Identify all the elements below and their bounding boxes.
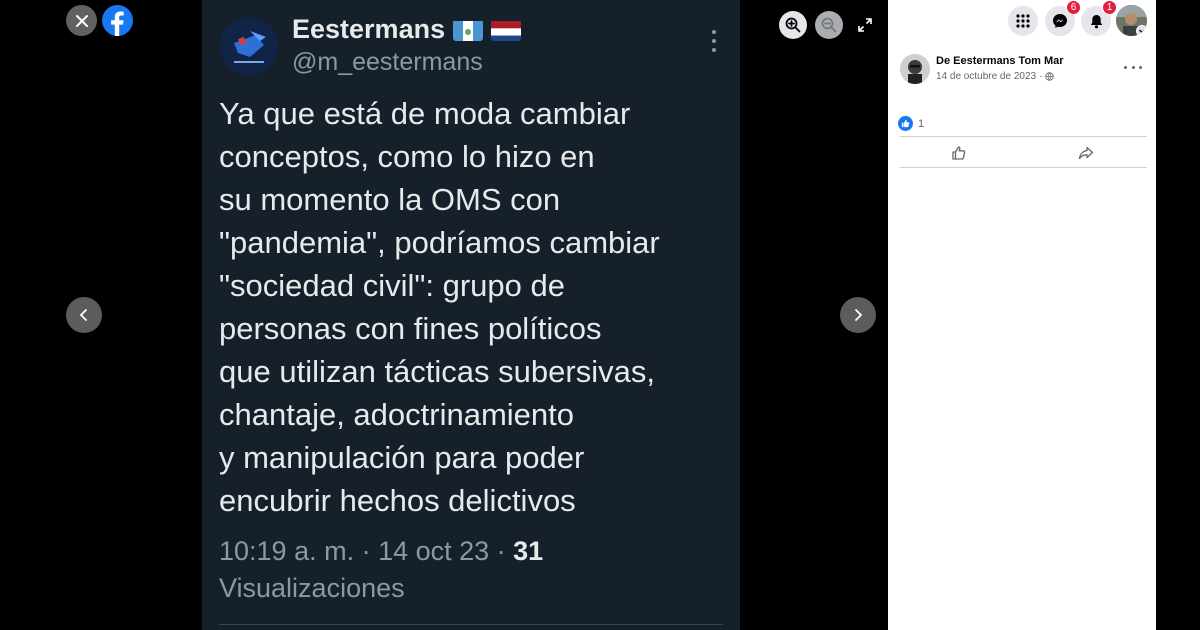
timestamp-text: 10:19 a. m. · 14 oct 23 ·: [219, 536, 514, 566]
photo-viewer: Eestermans @m_eestermans Ya que está de …: [0, 0, 1200, 630]
tweet-avatar: [220, 17, 278, 75]
tweet-handle: @m_eestermans: [292, 48, 483, 76]
more-vertical-icon: [704, 30, 724, 52]
dot-separator: ·: [1039, 71, 1043, 82]
tweet-display-name: Eestermans: [292, 14, 522, 45]
guatemala-flag-icon: [453, 19, 484, 41]
tweet-line: chantaje, adoctrinamiento: [219, 397, 575, 432]
netherlands-flag-icon: [491, 19, 522, 41]
tweet-line: Ya que está de moda cambiar: [219, 96, 631, 131]
account-button[interactable]: [1116, 5, 1147, 36]
menu-button[interactable]: [1008, 6, 1038, 36]
globe-icon: [1045, 72, 1055, 81]
tweet-line: conceptos, como lo hizo en: [219, 139, 595, 174]
messenger-button[interactable]: 6: [1045, 0, 1081, 36]
chevron-right-icon: [855, 309, 863, 321]
post-more-button[interactable]: [1124, 60, 1142, 74]
zoom-in-button[interactable]: [779, 11, 807, 39]
close-icon: [75, 14, 88, 27]
notifications-button[interactable]: 1: [1081, 0, 1117, 36]
tweet-line: y manipulación para poder: [219, 440, 585, 475]
tweet-line: su momento la OMS con: [219, 182, 561, 217]
reaction-count: 1: [918, 117, 925, 130]
page-edge: [1156, 0, 1200, 630]
chevron-down-icon: [1136, 25, 1147, 36]
post-info-panel: [888, 0, 1156, 630]
tweet-line: "pandemia", podríamos cambiar: [219, 225, 660, 260]
media-viewer: Eestermans @m_eestermans Ya que está de …: [0, 0, 888, 630]
like-button[interactable]: [900, 143, 1018, 163]
tweet-timestamp: 10:19 a. m. · 14 oct 23 · 31: [219, 536, 543, 567]
views-count: 31: [513, 536, 544, 566]
tweet-line: "sociedad civil": grupo de: [219, 268, 565, 303]
post-date: 14 de octubre de 2023 ·: [936, 71, 1055, 82]
tweet-screenshot: Eestermans @m_eestermans Ya que está de …: [202, 0, 740, 630]
previous-photo-button[interactable]: [66, 297, 102, 333]
tweet-body: Ya que está de moda cambiar conceptos, c…: [219, 92, 729, 522]
share-icon: [1078, 146, 1094, 160]
close-button[interactable]: [66, 5, 97, 36]
tweet-line: que utilizan tácticas subersivas,: [219, 354, 655, 389]
next-photo-button[interactable]: [840, 297, 876, 333]
zoom-out-button[interactable]: [815, 11, 843, 39]
post-author-name[interactable]: De Eestermans Tom Mar: [936, 55, 1064, 67]
chevron-left-icon: [79, 309, 87, 321]
share-button[interactable]: [1027, 143, 1145, 163]
grid-menu-icon: [1016, 14, 1030, 28]
divider: [219, 624, 723, 625]
fullscreen-icon: [858, 18, 872, 32]
notifications-badge: 1: [1102, 0, 1117, 15]
post-date-text[interactable]: 14 de octubre de 2023: [936, 71, 1036, 82]
bell-icon: [1090, 14, 1102, 28]
divider: [900, 167, 1147, 168]
reactions-summary[interactable]: 1: [898, 116, 924, 131]
like-reaction-icon: [898, 116, 913, 131]
display-name-text: Eestermans: [292, 14, 446, 44]
messenger-icon: [1053, 14, 1067, 28]
messenger-badge: 6: [1066, 0, 1081, 15]
facebook-logo[interactable]: [102, 5, 133, 36]
facebook-f-icon: [111, 11, 124, 36]
zoom-in-icon: [785, 17, 801, 33]
tweet-line: encubrir hechos delictivos: [219, 483, 576, 518]
divider: [900, 136, 1147, 137]
fullscreen-button[interactable]: [853, 13, 877, 37]
zoom-out-icon: [821, 17, 837, 33]
views-label: Visualizaciones: [219, 573, 405, 603]
tweet-line: personas con fines políticos: [219, 311, 602, 346]
post-author-avatar[interactable]: [900, 54, 930, 84]
thumbs-up-icon: [952, 146, 966, 160]
